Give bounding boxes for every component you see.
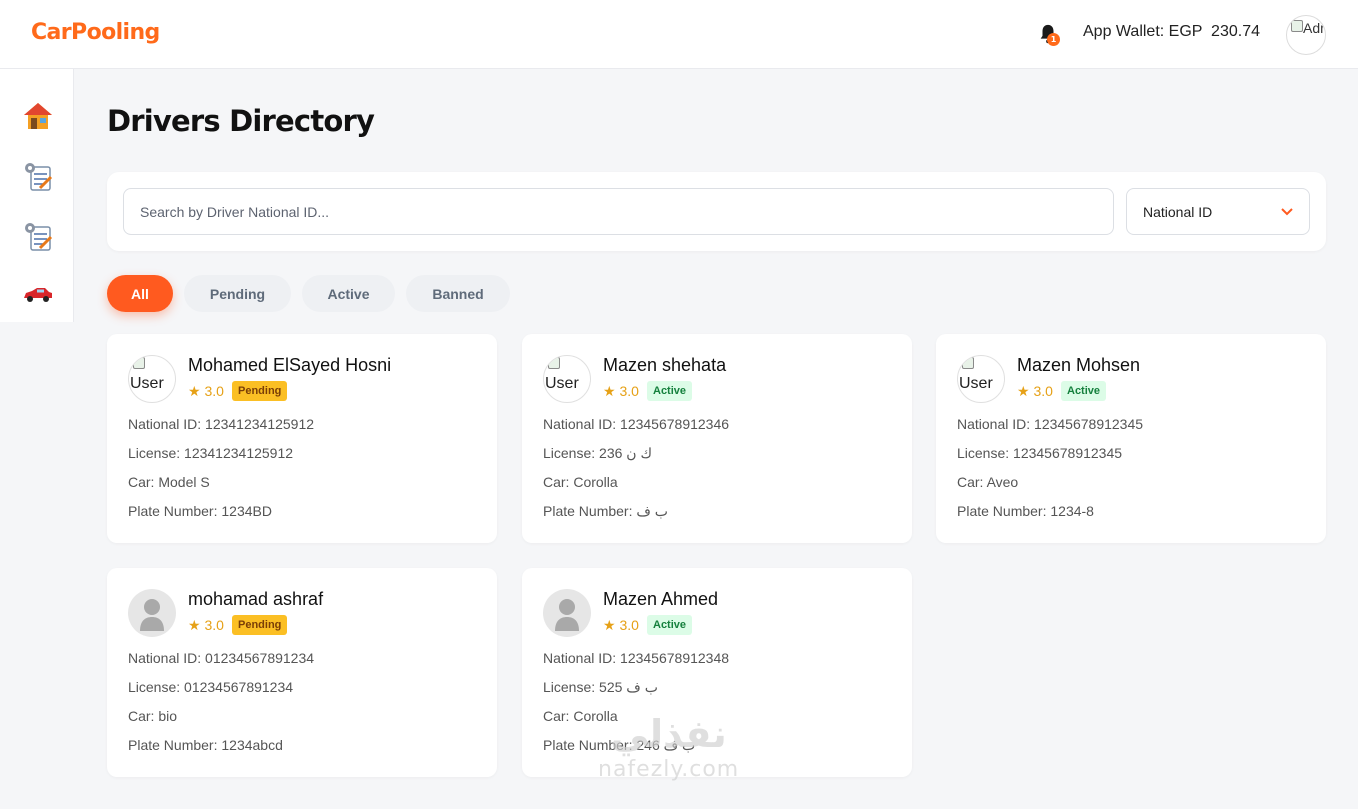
driver-car: Car: bio [128, 708, 178, 724]
driver-card[interactable]: User Mohamed ElSayed Hosni ★ 3.0 Pending… [107, 334, 497, 543]
broken-image-icon [548, 357, 560, 369]
sidebar-item-manage-1[interactable] [20, 158, 56, 194]
driver-avatar-alt: User [130, 374, 164, 392]
watermark: نفذلي nafezly.com [598, 712, 739, 784]
driver-avatar: User [543, 355, 591, 403]
sidebar-item-drivers[interactable] [20, 276, 56, 312]
car-icon [24, 288, 52, 302]
wallet-balance: App Wallet: EGP 230.74 [1083, 23, 1260, 40]
search-input[interactable] [123, 188, 1114, 235]
status-badge: Active [647, 615, 693, 635]
broken-image-icon [1291, 20, 1303, 32]
status-badge: Active [1061, 381, 1107, 401]
driver-avatar [543, 589, 591, 637]
tab-pending[interactable]: Pending [184, 275, 291, 312]
driver-license: License: 12345678912345 [957, 445, 1123, 461]
settings-clipboard-icon [25, 163, 53, 191]
driver-card[interactable]: User Mazen Mohsen ★ 3.0 Active National … [936, 334, 1326, 543]
search-filter-select[interactable]: National ID [1126, 188, 1310, 235]
driver-rating: ★ 3.0 [603, 383, 639, 399]
driver-name: Mazen Mohsen [1017, 355, 1141, 375]
driver-name: mohamad ashraf [188, 589, 324, 609]
driver-license: License: 525 ب ف [543, 679, 658, 695]
driver-rating: ★ 3.0 [188, 617, 224, 633]
status-badge: Pending [232, 615, 288, 635]
page-title: Drivers Directory [107, 104, 375, 138]
settings-clipboard-icon [25, 223, 53, 251]
home-icon [24, 103, 52, 129]
admin-avatar-alt: Admin [1303, 20, 1325, 36]
driver-plate: Plate Number: 1234-8 [957, 503, 1094, 519]
driver-card[interactable]: mohamad ashraf ★ 3.0 Pending National ID… [107, 568, 497, 777]
user-silhouette-icon [140, 599, 164, 631]
top-bar: CarPooling 1 App Wallet: EGP 230.74 Admi… [0, 0, 1358, 69]
driver-car: Car: Aveo [957, 474, 1019, 490]
driver-license: License: 236 ك ن [543, 445, 653, 461]
driver-plate: Plate Number: ب ف [543, 503, 668, 519]
chevron-down-icon [1281, 207, 1293, 215]
driver-national-id: National ID: 12341234125912 [128, 416, 315, 432]
driver-license: License: 01234567891234 [128, 679, 294, 695]
driver-card[interactable]: User Mazen shehata ★ 3.0 Active National… [522, 334, 912, 543]
driver-avatar: User [957, 355, 1005, 403]
admin-avatar[interactable]: Admin [1286, 15, 1326, 55]
watermark-latin: nafezly.com [598, 757, 740, 782]
driver-rating: ★ 3.0 [188, 383, 224, 399]
driver-name: Mazen shehata [603, 355, 727, 375]
sidebar [0, 69, 74, 322]
driver-car: Car: Corolla [543, 474, 618, 490]
notification-badge: 1 [1047, 33, 1060, 46]
sidebar-item-manage-2[interactable] [20, 218, 56, 254]
sidebar-item-home[interactable] [20, 98, 56, 134]
tab-banned[interactable]: Banned [406, 275, 510, 312]
driver-national-id: National ID: 12345678912346 [543, 416, 730, 432]
status-badge: Active [647, 381, 693, 401]
driver-avatar-alt: User [959, 374, 993, 392]
driver-license: License: 12341234125912 [128, 445, 294, 461]
tab-active[interactable]: Active [302, 275, 395, 312]
watermark-arabic: نفذلي [610, 712, 727, 756]
driver-plate: Plate Number: 1234abcd [128, 737, 283, 753]
driver-rating: ★ 3.0 [1017, 383, 1053, 399]
search-filter-value: National ID [1143, 203, 1213, 220]
driver-national-id: National ID: 12345678912345 [957, 416, 1144, 432]
driver-national-id: National ID: 01234567891234 [128, 650, 315, 666]
driver-car: Car: Model S [128, 474, 210, 490]
status-badge: Pending [232, 381, 288, 401]
tab-all[interactable]: All [107, 275, 173, 312]
driver-name: Mohamed ElSayed Hosni [188, 355, 392, 375]
user-silhouette-icon [555, 599, 579, 631]
driver-plate: Plate Number: 1234BD [128, 503, 272, 519]
broken-image-icon [133, 357, 145, 369]
driver-avatar-alt: User [545, 374, 579, 392]
driver-rating: ★ 3.0 [603, 617, 639, 633]
driver-name: Mazen Ahmed [603, 589, 719, 609]
driver-national-id: National ID: 12345678912348 [543, 650, 730, 666]
driver-avatar: User [128, 355, 176, 403]
app-logo[interactable]: CarPooling [31, 20, 160, 45]
broken-image-icon [962, 357, 974, 369]
driver-avatar [128, 589, 176, 637]
search-bar: National ID [107, 172, 1326, 251]
